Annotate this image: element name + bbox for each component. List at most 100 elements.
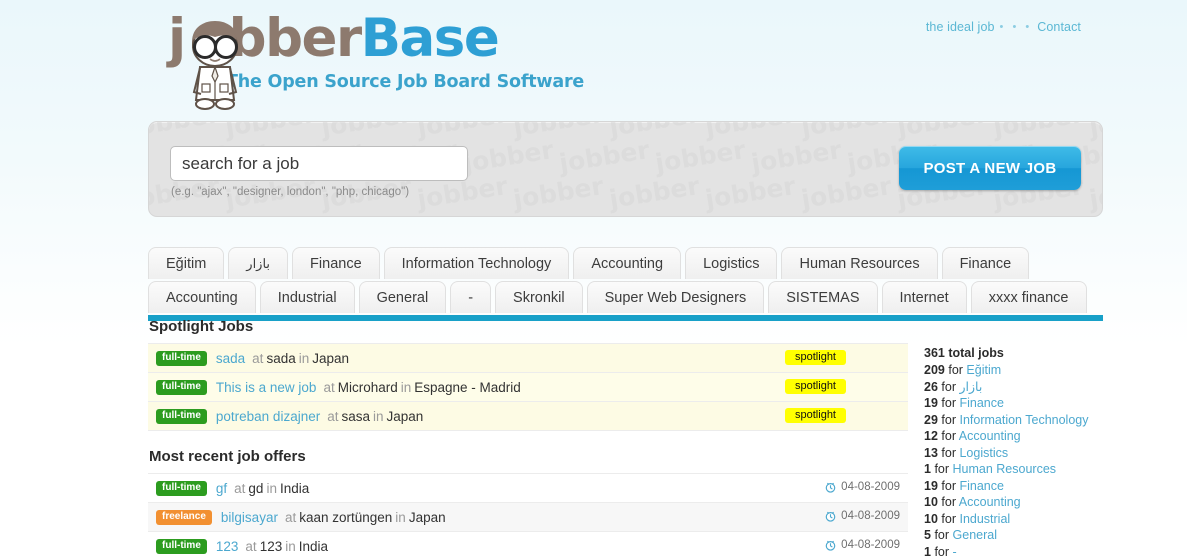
watermark-word: jobber (1087, 122, 1102, 142)
watermark-word: jobber (749, 207, 843, 216)
category-stat-link[interactable]: General (953, 528, 997, 542)
site-logo[interactable]: j bberBase The Open Source Job Board Soft… (168, 8, 708, 110)
job-location-name: India (298, 538, 329, 554)
category-stat-link[interactable]: Finance (959, 396, 1003, 410)
category-stat-link[interactable]: بازار (959, 380, 982, 394)
recent-jobs-list: full-time gf at gd in India 04-08-2009 freelanc… (148, 473, 908, 559)
category-tab[interactable]: Super Web Designers (586, 281, 765, 313)
nav-separator-dots: • • • (999, 21, 1033, 33)
watermark-word: jobber (557, 135, 652, 178)
watermark-word: jobber (703, 122, 797, 142)
category-tab[interactable]: General (358, 281, 447, 313)
watermark-word: jobber (511, 171, 606, 214)
category-tab[interactable]: Logistics (685, 247, 778, 279)
category-stat-count: 10 (924, 511, 938, 526)
recent-job-row[interactable]: full-time gf at gd in India 04-08-2009 (148, 474, 908, 503)
job-company-name: gd (248, 480, 264, 496)
category-stat-link[interactable]: Information Technology (959, 413, 1088, 427)
category-stat-link[interactable]: Finance (959, 479, 1003, 493)
category-tab[interactable]: Accounting (573, 247, 682, 279)
category-tab[interactable]: SISTEMAS (768, 281, 878, 313)
job-posted-date: 04-08-2009 (825, 510, 900, 522)
watermark-word: jobber (511, 122, 605, 142)
job-title-link[interactable]: gf (216, 481, 227, 496)
category-stat-row: 19 for Finance (924, 478, 1174, 495)
category-tab-label: xxxx finance (988, 289, 1069, 306)
nav-link-contact[interactable]: Contact (1037, 20, 1081, 34)
category-stat-row: 19 for Finance (924, 395, 1174, 412)
category-tab-label: Industrial (277, 289, 337, 306)
watermark-word: jobber (1037, 207, 1102, 216)
spotlight-jobs-list: full-time sada at sada in Japan spotlight full-… (148, 343, 908, 431)
category-stat-for-word: for (941, 445, 956, 460)
category-stat-for-word: for (941, 412, 956, 427)
category-stat-row: 12 for Accounting (924, 428, 1174, 445)
category-stat-row: 10 for Accounting (924, 494, 1174, 511)
job-at-word: at (245, 538, 257, 554)
job-company-name: kaan zortüngen (299, 509, 393, 525)
job-title-link[interactable]: potreban dizajner (216, 409, 320, 424)
logo-tagline: The Open Source Job Board Software (226, 72, 585, 92)
category-tab[interactable]: Skronkil (495, 281, 583, 313)
watermark-word: jobber (845, 207, 939, 216)
recent-job-row[interactable]: full-time 123 at 123 in India 04-08-2009 (148, 532, 908, 559)
job-title-link[interactable]: This is a new job (216, 380, 317, 395)
category-tab[interactable]: Information Technology (383, 247, 570, 279)
category-stat-for-word: for (934, 528, 950, 542)
category-tab-label: Accounting (591, 255, 664, 272)
category-stat-row: 29 for Information Technology (924, 412, 1174, 429)
job-date-text: 04-08-2009 (841, 539, 900, 551)
search-input[interactable] (170, 146, 468, 181)
category-tab-label: - (468, 289, 474, 306)
spotlight-job-row[interactable]: full-time potreban dizajner at sasa in Japan s… (148, 402, 908, 431)
category-tab-label: General (376, 289, 429, 306)
clock-icon (825, 511, 836, 522)
category-stat-row: 5 for General (924, 527, 1174, 544)
category-tab[interactable]: xxxx finance (970, 281, 1087, 313)
job-in-word: in (285, 538, 296, 554)
category-stat-row: 26 for بازار (924, 379, 1174, 396)
category-tab[interactable]: Accounting (148, 281, 256, 313)
spotlight-badge: spotlight (785, 350, 846, 365)
spotlight-badge: spotlight (785, 408, 846, 423)
category-tab[interactable]: بازار (228, 247, 289, 279)
category-tab[interactable]: Finance (292, 247, 380, 279)
job-title-link[interactable]: bilgisayar (221, 510, 278, 525)
category-stat-row: 13 for Logistics (924, 445, 1174, 462)
watermark-word: jobber (799, 171, 894, 214)
category-stat-link[interactable]: Logistics (959, 446, 1008, 460)
category-stat-for-word: for (941, 379, 956, 394)
category-stat-for-word: for (941, 495, 956, 509)
category-tab[interactable]: Internet (881, 281, 967, 313)
category-stat-link[interactable]: - (953, 545, 957, 559)
category-tab-label: Accounting (166, 289, 238, 306)
category-tab[interactable]: Finance (941, 247, 1030, 279)
category-tab[interactable]: Industrial (259, 281, 355, 313)
category-tab[interactable]: Eğitim (148, 247, 225, 279)
category-tab[interactable]: Human Resources (781, 247, 938, 279)
spotlight-job-row[interactable]: full-time This is a new job at Microhard in E… (148, 373, 908, 402)
category-stat-link[interactable]: Industrial (959, 512, 1010, 526)
job-location-name: Espagne - Madrid (414, 379, 521, 395)
spotlight-job-row[interactable]: full-time sada at sada in Japan spotlight (148, 344, 908, 373)
category-stat-link[interactable]: Accounting (959, 429, 1021, 443)
job-title-link[interactable]: sada (216, 351, 245, 366)
recent-job-row[interactable]: freelance bilgisayar at kaan zortüngen in Jap… (148, 503, 908, 532)
category-stat-link[interactable]: Human Resources (953, 462, 1057, 476)
job-type-badge: full-time (156, 379, 207, 395)
job-location-name: India (279, 480, 310, 496)
post-a-new-job-button[interactable]: POST A NEW JOB (899, 146, 1081, 190)
job-at-word: at (323, 379, 335, 395)
category-stat-link[interactable]: Eğitim (966, 363, 1001, 377)
job-at-word: at (327, 408, 339, 424)
category-stat-for-word: for (941, 396, 956, 410)
top-navigation: the ideal job • • • Contact (926, 20, 1081, 34)
job-title-link[interactable]: 123 (216, 539, 239, 554)
category-tab-label: Human Resources (799, 255, 920, 272)
category-tab[interactable]: - (450, 281, 492, 313)
watermark-word: jobber (653, 207, 747, 216)
category-stat-link[interactable]: Accounting (959, 495, 1021, 509)
category-stat-count: 19 (924, 478, 938, 493)
nav-link-ideal-job[interactable]: the ideal job (926, 20, 995, 34)
job-location-name: Japan (408, 509, 446, 525)
